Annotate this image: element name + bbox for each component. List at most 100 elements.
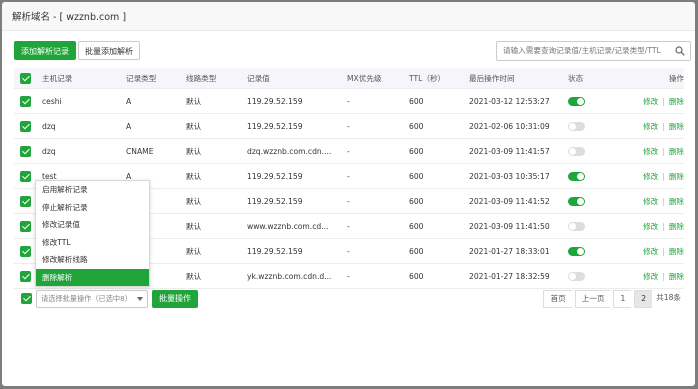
row-checkbox[interactable] bbox=[20, 220, 31, 232]
table-row: dzq CNAME 默认 dzq.wzznb.com.cdn.... -600 2021-… bbox=[14, 138, 684, 164]
status-toggle[interactable] bbox=[568, 96, 585, 106]
ops-separator: | bbox=[662, 121, 665, 131]
search-box bbox=[496, 41, 691, 61]
menu-item-edit-line[interactable]: 修改解析线路 bbox=[36, 251, 149, 269]
header-time: 最后操作时间 bbox=[469, 68, 568, 89]
edit-link[interactable]: 修改 bbox=[643, 122, 658, 131]
header-host: 主机记录 bbox=[42, 68, 126, 89]
delete-link[interactable]: 删除 bbox=[669, 172, 684, 181]
add-record-button[interactable]: 添加解析记录 bbox=[14, 41, 76, 60]
dns-dialog: 解析域名 - [ wzznb.com ] 添加解析记录 批量添加解析 主机记录 … bbox=[2, 2, 695, 386]
search-input[interactable] bbox=[497, 42, 671, 59]
cell-time: 2021-01-27 18:32:59 bbox=[469, 263, 568, 289]
row-checkbox[interactable] bbox=[20, 95, 31, 107]
cell-ttl: 600 bbox=[409, 188, 469, 214]
edit-link[interactable]: 修改 bbox=[643, 147, 658, 156]
cell-mx: - bbox=[347, 213, 409, 239]
cell-type: A bbox=[126, 113, 186, 139]
menu-item-disable[interactable]: 停止解析记录 bbox=[36, 199, 149, 217]
delete-link[interactable]: 删除 bbox=[669, 97, 684, 106]
ops-separator: | bbox=[662, 246, 665, 256]
delete-link[interactable]: 删除 bbox=[669, 272, 684, 281]
cell-ttl: 600 bbox=[409, 263, 469, 289]
edit-link[interactable]: 修改 bbox=[643, 172, 658, 181]
cell-time: 2021-03-12 12:53:27 bbox=[469, 88, 568, 114]
ops-separator: | bbox=[662, 146, 665, 156]
cell-ttl: 600 bbox=[409, 88, 469, 114]
row-checkbox[interactable] bbox=[20, 245, 31, 257]
batch-action-menu: 启用解析记录 停止解析记录 修改记录值 修改TTL 修改解析线路 删除解析 bbox=[35, 180, 150, 287]
cell-value: 119.29.52.159 bbox=[247, 88, 347, 114]
status-toggle[interactable] bbox=[568, 221, 585, 231]
page-prev[interactable]: 上一页 bbox=[574, 290, 612, 308]
delete-link[interactable]: 删除 bbox=[669, 222, 684, 231]
cell-value: 119.29.52.159 bbox=[247, 188, 347, 214]
cell-line: 默认 bbox=[186, 163, 247, 189]
menu-item-enable[interactable]: 启用解析记录 bbox=[36, 181, 149, 199]
menu-item-edit-value[interactable]: 修改记录值 bbox=[36, 216, 149, 234]
toolbar: 添加解析记录 批量添加解析 bbox=[14, 41, 691, 61]
status-toggle[interactable] bbox=[568, 196, 585, 206]
batch-action-select[interactable]: 请选择批量操作（已选中8） bbox=[36, 290, 148, 308]
batch-add-button[interactable]: 批量添加解析 bbox=[78, 41, 140, 60]
ops-separator: | bbox=[662, 96, 665, 106]
cell-host: dzq bbox=[42, 138, 126, 164]
delete-link[interactable]: 删除 bbox=[669, 197, 684, 206]
cell-time: 2021-03-09 11:41:57 bbox=[469, 138, 568, 164]
status-toggle[interactable] bbox=[568, 121, 585, 131]
status-toggle[interactable] bbox=[568, 246, 585, 256]
cell-ttl: 600 bbox=[409, 113, 469, 139]
page-1[interactable]: 1 bbox=[613, 290, 633, 308]
cell-type: A bbox=[126, 88, 186, 114]
cell-ttl: 600 bbox=[409, 238, 469, 264]
page-2-current[interactable]: 2 bbox=[634, 290, 654, 308]
footer-select-checkbox[interactable] bbox=[21, 293, 32, 304]
cell-value: 119.29.52.159 bbox=[247, 113, 347, 139]
menu-item-edit-ttl[interactable]: 修改TTL bbox=[36, 234, 149, 252]
delete-link[interactable]: 删除 bbox=[669, 122, 684, 131]
delete-link[interactable]: 删除 bbox=[669, 247, 684, 256]
row-checkbox[interactable] bbox=[20, 270, 31, 282]
status-toggle[interactable] bbox=[568, 146, 585, 156]
header-line: 线路类型 bbox=[186, 68, 247, 89]
cell-mx: - bbox=[347, 238, 409, 264]
batch-action-button[interactable]: 批量操作 bbox=[152, 290, 198, 308]
delete-link[interactable]: 删除 bbox=[669, 147, 684, 156]
cell-value: 119.29.52.159 bbox=[247, 238, 347, 264]
search-icon[interactable] bbox=[675, 46, 685, 56]
dialog-title: 解析域名 - [ wzznb.com ] bbox=[2, 2, 695, 31]
ops-separator: | bbox=[662, 171, 665, 181]
header-ttl: TTL（秒） bbox=[409, 68, 469, 89]
page-first[interactable]: 首页 bbox=[543, 290, 573, 308]
total-count: 共18条 bbox=[652, 290, 683, 308]
cell-time: 2021-03-09 11:41:50 bbox=[469, 213, 568, 239]
header-status: 状态 bbox=[568, 68, 628, 89]
cell-ttl: 600 bbox=[409, 138, 469, 164]
chevron-down-icon bbox=[137, 297, 143, 301]
menu-item-delete[interactable]: 删除解析 bbox=[36, 268, 149, 286]
edit-link[interactable]: 修改 bbox=[643, 222, 658, 231]
cell-ttl: 600 bbox=[409, 213, 469, 239]
row-checkbox[interactable] bbox=[20, 145, 31, 157]
select-all-checkbox[interactable] bbox=[20, 72, 31, 84]
cell-host: dzq bbox=[42, 113, 126, 139]
edit-link[interactable]: 修改 bbox=[643, 247, 658, 256]
status-toggle[interactable] bbox=[568, 271, 585, 281]
cell-mx: - bbox=[347, 113, 409, 139]
ops-separator: | bbox=[662, 196, 665, 206]
ops-separator: | bbox=[662, 271, 665, 281]
cell-mx: - bbox=[347, 263, 409, 289]
pagination: 首页 上一页 1 2 共18条 bbox=[543, 290, 683, 308]
row-checkbox[interactable] bbox=[20, 170, 31, 182]
row-checkbox[interactable] bbox=[20, 195, 31, 207]
edit-link[interactable]: 修改 bbox=[643, 272, 658, 281]
cell-time: 2021-03-03 10:35:17 bbox=[469, 163, 568, 189]
cell-mx: - bbox=[347, 163, 409, 189]
batch-select-text: 请选择批量操作（已选中8） bbox=[41, 294, 132, 303]
edit-link[interactable]: 修改 bbox=[643, 97, 658, 106]
status-toggle[interactable] bbox=[568, 171, 585, 181]
table-row: ceshi A 默认 119.29.52.159-600 2021-03-12 12:5… bbox=[14, 88, 684, 114]
ops-separator: | bbox=[662, 221, 665, 231]
edit-link[interactable]: 修改 bbox=[643, 197, 658, 206]
row-checkbox[interactable] bbox=[20, 120, 31, 132]
